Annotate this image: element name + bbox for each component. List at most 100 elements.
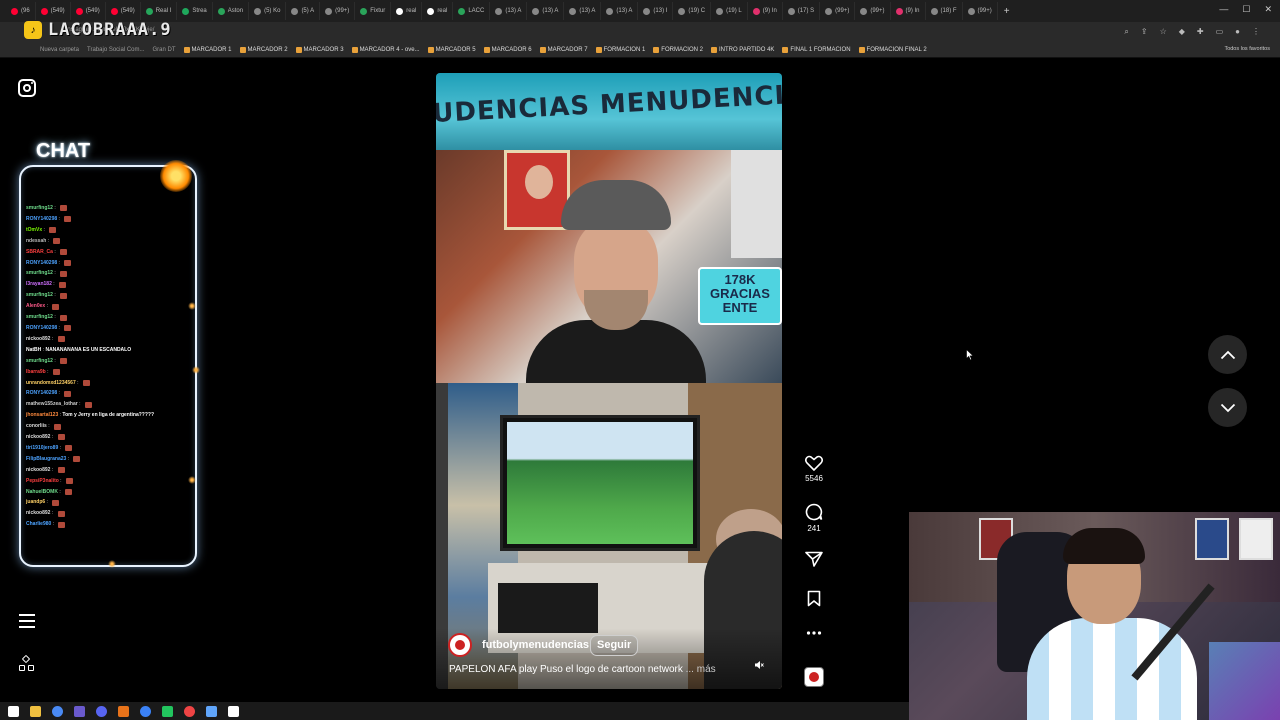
comment-action[interactable]: 241: [800, 503, 828, 533]
tab-favicon-icon: [254, 7, 262, 15]
next-reel-button[interactable]: [1208, 388, 1247, 427]
chat-message: nickoo892 :: [26, 334, 194, 345]
browser-tab[interactable]: (99+): [320, 2, 356, 20]
reel-video[interactable]: UDENCIAS MENUDENCIAS MENUDE 178K GRACIAS…: [436, 73, 782, 689]
sidebar-icon[interactable]: ▭: [1216, 27, 1224, 37]
app-icon[interactable]: [228, 705, 239, 717]
obs-icon[interactable]: [184, 705, 195, 717]
more-apps-icon[interactable]: [19, 654, 35, 672]
share-icon[interactable]: ⇪: [1141, 27, 1148, 37]
browser-tab[interactable]: (13) A: [601, 2, 639, 20]
bookmark-item[interactable]: MARCADOR 3: [295, 46, 344, 53]
like-action[interactable]: 5546: [800, 455, 828, 483]
browser-tab[interactable]: (549): [71, 2, 106, 20]
app-grid-icon[interactable]: [74, 705, 85, 717]
chat-separator: :: [45, 303, 50, 310]
extensions-puzzle-icon[interactable]: ✚: [1197, 27, 1204, 37]
browser-tab[interactable]: (5) A: [286, 2, 321, 20]
app-icon[interactable]: [162, 705, 173, 717]
more-options-action[interactable]: [800, 630, 828, 636]
follow-button[interactable]: Seguir: [590, 635, 639, 656]
browser-tab[interactable]: Strea: [177, 2, 213, 20]
bookmark-folder[interactable]: Trabajo Social Com...: [87, 47, 144, 53]
app-icon[interactable]: [118, 705, 129, 717]
search-icon[interactable]: ⌕: [1124, 27, 1128, 37]
bookmark-item[interactable]: FORMACION 1: [595, 46, 645, 53]
save-action[interactable]: [800, 590, 828, 607]
browser-tab[interactable]: real: [391, 2, 423, 20]
previous-reel-button[interactable]: [1208, 335, 1247, 374]
emote-icon: [65, 445, 73, 452]
bookmark-item[interactable]: MARCADOR 6: [483, 46, 532, 53]
bookmark-item[interactable]: MARCADOR 5: [427, 46, 476, 53]
browser-tab[interactable]: (549): [36, 2, 71, 20]
browser-icon[interactable]: [140, 705, 151, 717]
browser-tab[interactable]: (99+): [855, 2, 891, 20]
bookmark-item[interactable]: MARCADOR 2: [239, 46, 288, 53]
account-username[interactable]: futbolymenudencias: [482, 639, 589, 651]
more-dots-icon[interactable]: [806, 630, 822, 636]
browser-tab[interactable]: (99+): [963, 2, 998, 20]
bookmark-item[interactable]: MARCADOR 4 - ove...: [351, 46, 420, 53]
account-avatar[interactable]: [448, 633, 472, 657]
browser-tab[interactable]: Real I: [141, 2, 178, 20]
browser-tab[interactable]: (13) A: [564, 2, 602, 20]
audio-thumbnail[interactable]: [804, 667, 824, 687]
browser-tab[interactable]: (9) In: [748, 2, 783, 20]
browser-tab[interactable]: LACC: [453, 2, 491, 20]
browser-tab[interactable]: (19) C: [673, 2, 712, 20]
share-action[interactable]: [800, 551, 828, 567]
caption-more-link[interactable]: ... más: [686, 664, 716, 675]
tab-favicon-icon: [752, 7, 760, 15]
bookmark-folder[interactable]: Nueva carpeta: [40, 47, 79, 53]
bookmark-item[interactable]: MARCADOR 7: [539, 46, 588, 53]
hamburger-menu-icon[interactable]: [19, 614, 35, 628]
bookmark-icon: [483, 46, 490, 53]
bookmark-item[interactable]: INTRO PARTIDO 4K: [710, 46, 774, 53]
all-bookmarks[interactable]: Todos los favoritos: [1224, 46, 1270, 52]
bookmark-item[interactable]: FINAL 1 FORMACION: [782, 46, 851, 53]
browser-tab[interactable]: (9) In: [891, 2, 926, 20]
bookmark-item[interactable]: FORMACION 2: [653, 46, 703, 53]
app-icon[interactable]: [206, 705, 217, 717]
browser-tab[interactable]: (549): [106, 2, 141, 20]
heart-icon[interactable]: [805, 455, 823, 471]
new-tab-icon[interactable]: +: [1004, 6, 1010, 17]
extension-icon[interactable]: ◆: [1179, 27, 1185, 37]
bookmark-item[interactable]: MARCADOR 1: [183, 46, 232, 53]
menu-kebab-icon[interactable]: ⋮: [1252, 27, 1260, 37]
browser-tab[interactable]: (17) S: [783, 2, 821, 20]
browser-tab[interactable]: (96: [6, 2, 36, 20]
browser-tab[interactable]: (13) A: [490, 2, 528, 20]
chrome-icon[interactable]: [52, 705, 63, 717]
audio-muted-icon[interactable]: [754, 660, 764, 670]
browser-tab[interactable]: (13) A: [527, 2, 565, 20]
chat-username: RONY140298: [26, 324, 58, 331]
bookmark-icon[interactable]: [807, 590, 821, 607]
browser-tab[interactable]: real: [422, 2, 454, 20]
instagram-icon[interactable]: [18, 79, 36, 97]
star-icon[interactable]: ☆: [1160, 27, 1167, 37]
start-windows-icon[interactable]: [8, 705, 19, 717]
tab-favicon-icon: [930, 7, 938, 15]
maximize-button[interactable]: ☐: [1242, 4, 1250, 15]
bookmark-folder[interactable]: Gran DT: [153, 47, 176, 53]
browser-tab[interactable]: (19) L: [711, 2, 748, 20]
minimize-button[interactable]: —: [1219, 4, 1228, 15]
browser-tab[interactable]: Aston: [213, 2, 250, 20]
close-window-button[interactable]: ✕: [1264, 4, 1272, 15]
browser-tab[interactable]: (18) F: [926, 2, 963, 20]
browser-tab[interactable]: (13) I: [638, 2, 674, 20]
file-explorer-icon[interactable]: [30, 705, 41, 717]
send-icon[interactable]: [805, 551, 823, 567]
discord-icon[interactable]: [96, 705, 107, 717]
emote-icon: [84, 401, 92, 408]
browser-tab[interactable]: (99+): [820, 2, 856, 20]
bookmark-icon: [239, 46, 246, 53]
comment-icon[interactable]: [805, 503, 823, 521]
browser-tab[interactable]: (5) Ko: [249, 2, 287, 20]
browser-tab[interactable]: Fixtur: [355, 2, 392, 20]
chat-message: RONY140298 :: [26, 214, 194, 225]
bookmark-item[interactable]: FORMACION FINAL 2: [858, 46, 927, 53]
profile-icon[interactable]: ●: [1235, 27, 1240, 37]
